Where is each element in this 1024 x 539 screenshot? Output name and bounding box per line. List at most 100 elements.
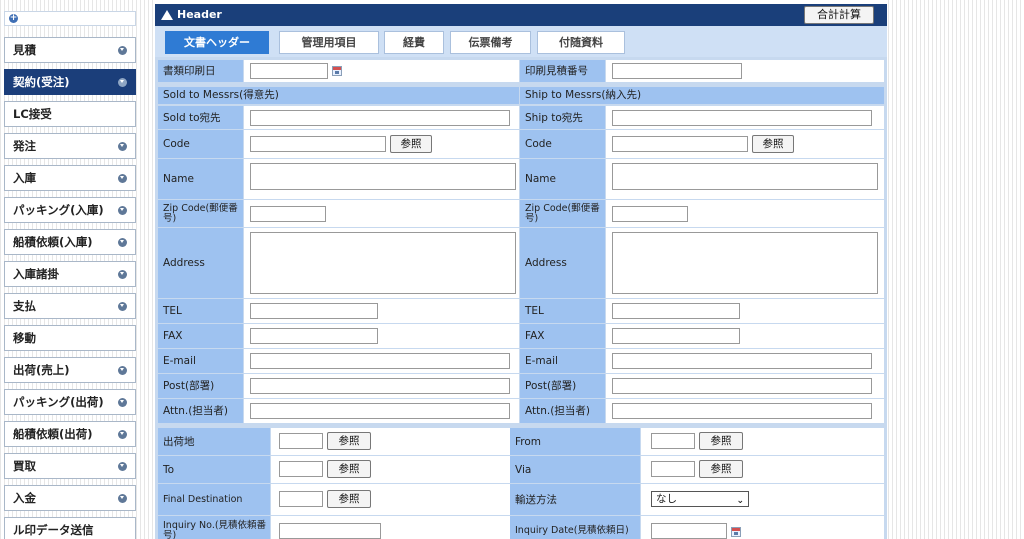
calendar-icon[interactable] <box>731 527 741 537</box>
left-attn-input[interactable] <box>250 403 510 419</box>
from-ref-button[interactable]: 参照 <box>699 432 743 450</box>
sidebar-item[interactable]: 見積 <box>4 37 136 63</box>
sidebar-item[interactable]: 契約(受注) <box>4 69 136 95</box>
expand-bullet-icon[interactable] <box>118 398 127 407</box>
sidebar-item[interactable]: 入庫諸掛 <box>4 261 136 287</box>
tab-attachments[interactable]: 付随資料 <box>537 31 625 54</box>
right-post-cell <box>606 374 884 398</box>
sidebar-item[interactable]: LC接受 <box>4 101 136 127</box>
right-attn-input[interactable] <box>612 403 872 419</box>
via-input[interactable] <box>651 461 695 477</box>
sidebar-item-label: パッキング(入庫) <box>13 203 104 217</box>
sidebar-expand[interactable]: + <box>4 11 136 26</box>
from-input[interactable] <box>651 433 695 449</box>
expand-bullet-icon[interactable] <box>118 494 127 503</box>
expand-bullet-icon[interactable] <box>118 238 127 247</box>
right-email-input[interactable] <box>612 353 872 369</box>
left-code-input[interactable] <box>250 136 386 152</box>
sidebar-item-label: 船積依頼(出荷) <box>13 427 93 441</box>
right-dest-input[interactable] <box>612 110 872 126</box>
transport-value: なし <box>656 493 677 505</box>
inquiry-date-input[interactable] <box>651 523 727 539</box>
tab-management[interactable]: 管理用項目 <box>279 31 379 54</box>
chevron-down-icon: ⌄ <box>736 496 744 506</box>
expand-bullet-icon[interactable] <box>118 302 127 311</box>
sidebar-item[interactable]: 出荷(売上) <box>4 357 136 383</box>
via-ref-button[interactable]: 参照 <box>699 460 743 478</box>
right-post-input[interactable] <box>612 378 872 394</box>
collapse-triangle-icon[interactable] <box>161 10 173 20</box>
sidebar-item[interactable]: パッキング(入庫) <box>4 197 136 223</box>
left-fax-input[interactable] <box>250 328 378 344</box>
left-tel-input[interactable] <box>250 303 378 319</box>
right-name-input[interactable] <box>612 163 878 190</box>
left-tel-label: TEL <box>158 299 243 323</box>
calendar-icon[interactable] <box>332 66 342 76</box>
sidebar-item[interactable]: パッキング(出荷) <box>4 389 136 415</box>
expand-bullet-icon[interactable] <box>118 462 127 471</box>
left-zip-input[interactable] <box>250 206 326 222</box>
left-code-cell: 参照 <box>244 130 519 158</box>
header-bar: Header 合計計算 <box>155 4 887 26</box>
expand-bullet-icon[interactable] <box>118 142 127 151</box>
sidebar-item[interactable]: 船積依頼(入庫) <box>4 229 136 255</box>
right-address-input[interactable] <box>612 232 878 294</box>
sidebar-item-label: 移動 <box>13 331 36 345</box>
left-zip-label: Zip Code(郵便番号) <box>158 200 243 227</box>
sidebar-item[interactable]: 入金 <box>4 485 136 511</box>
sidebar-item[interactable]: 発注 <box>4 133 136 159</box>
sidebar-item-label: 入金 <box>13 491 36 505</box>
print-date-input[interactable] <box>250 63 328 79</box>
left-code-ref-button[interactable]: 参照 <box>390 135 432 153</box>
right-post-label: Post(部署) <box>520 374 605 398</box>
tab-document-header[interactable]: 文書ヘッダー <box>165 31 269 54</box>
tab-slip-notes[interactable]: 伝票備考 <box>450 31 531 54</box>
origin-input[interactable] <box>279 433 323 449</box>
inquiry-no-label: Inquiry No.(見積依頼番号) <box>158 516 270 539</box>
left-code-label: Code <box>158 130 243 158</box>
right-code-input[interactable] <box>612 136 748 152</box>
inquiry-no-input[interactable] <box>279 523 381 539</box>
sidebar-item[interactable]: 船積依頼(出荷) <box>4 421 136 447</box>
expand-bullet-icon[interactable] <box>118 270 127 279</box>
to-input[interactable] <box>279 461 323 477</box>
right-zip-input[interactable] <box>612 206 688 222</box>
expand-bullet-icon[interactable] <box>118 206 127 215</box>
expand-bullet-icon[interactable] <box>118 174 127 183</box>
left-name-input[interactable] <box>250 163 516 190</box>
final-destination-ref-button[interactable]: 参照 <box>327 490 371 508</box>
sidebar: + 見積契約(受注) LC接受発注入庫パッキング(入庫) 船積依頼(入庫) 入庫諸掛支… <box>0 0 140 539</box>
right-fax-input[interactable] <box>612 328 740 344</box>
sidebar-item[interactable]: 支払 <box>4 293 136 319</box>
left-name-cell <box>244 159 519 199</box>
right-code-cell: 参照 <box>606 130 884 158</box>
right-code-ref-button[interactable]: 参照 <box>752 135 794 153</box>
right-address-cell <box>606 228 884 298</box>
left-email-input[interactable] <box>250 353 510 369</box>
left-email-cell <box>244 349 519 373</box>
left-dest-input[interactable] <box>250 110 510 126</box>
left-post-input[interactable] <box>250 378 510 394</box>
tab-expenses[interactable]: 経費 <box>384 31 444 54</box>
sidebar-item-label: ル印データ送信 <box>13 523 94 537</box>
left-tel-cell <box>244 299 519 323</box>
expand-bullet-icon[interactable] <box>118 46 127 55</box>
to-ref-button[interactable]: 参照 <box>327 460 371 478</box>
expand-bullet-icon[interactable] <box>118 430 127 439</box>
final-destination-input[interactable] <box>279 491 323 507</box>
left-address-input[interactable] <box>250 232 516 294</box>
sidebar-item[interactable]: ル印データ送信 <box>4 517 136 539</box>
right-tel-input[interactable] <box>612 303 740 319</box>
transport-select[interactable]: なし ⌄ <box>651 491 749 507</box>
sidebar-item[interactable]: 入庫 <box>4 165 136 191</box>
final-destination-label: Final Destination <box>158 484 270 515</box>
total-calc-button[interactable]: 合計計算 <box>804 6 874 24</box>
sidebar-item[interactable]: 移動 <box>4 325 136 351</box>
expand-bullet-icon[interactable] <box>118 366 127 375</box>
expand-bullet-icon[interactable] <box>118 78 127 87</box>
print-quote-no-cell <box>606 60 884 82</box>
sidebar-item[interactable]: 買取 <box>4 453 136 479</box>
origin-ref-button[interactable]: 参照 <box>327 432 371 450</box>
plus-icon[interactable]: + <box>9 14 18 23</box>
print-quote-no-input[interactable] <box>612 63 742 79</box>
